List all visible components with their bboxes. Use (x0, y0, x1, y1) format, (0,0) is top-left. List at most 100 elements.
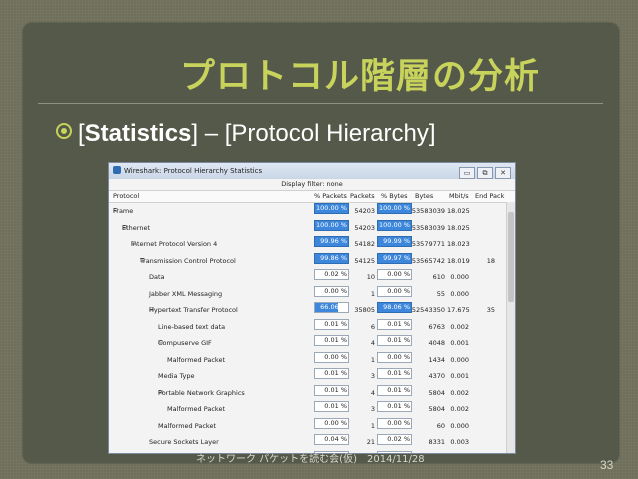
table-row[interactable]: ⊟ Transmission Control Protocol 99.86 % 541… (109, 252, 515, 270)
column-header-pct-bytes[interactable]: % Bytes (381, 191, 407, 202)
scrollbar-thumb[interactable] (508, 212, 514, 302)
packets-count: 54182 (354, 240, 375, 248)
table-row[interactable]: ⊟ Frame 100.00 % 54203 100.00 % 53583039 18.02… (109, 203, 515, 220)
packets-count: 10 (366, 273, 375, 281)
pct-packets-bar: 0.00 % (314, 417, 349, 429)
pct-packets-bar: 100.00 % (314, 219, 349, 231)
table-row[interactable]: Data 0.02 % 10 0.00 % 610 0.000 (109, 269, 515, 286)
bullet-item: [Statistics] – [Protocol Hierarchy] (56, 120, 435, 148)
table-row[interactable]: Jabber XML Messaging 0.00 % 1 0.00 % 55 0.000 (109, 285, 515, 303)
protocol-name: Malformed Packet (167, 355, 226, 364)
bytes-count: 4370 (428, 372, 445, 380)
pct-bytes-bar: 98.06 % (377, 302, 412, 313)
mbit-value: 0.002 (450, 405, 469, 413)
display-filter-label: Display filter: none (281, 180, 343, 188)
pct-bytes-bar: 100.00 % (377, 219, 412, 231)
pct-packets-bar: 0.01 % (314, 318, 349, 330)
pct-bytes-bar: 99.99 % (377, 236, 412, 247)
column-header-protocol[interactable]: Protocol (113, 191, 139, 202)
table-row[interactable]: ⊟ Internet Protocol Version 4 99.96 % 54182… (109, 236, 515, 253)
pct-packets-bar: 0.00 % (314, 285, 349, 297)
pct-packets-bar: 0.01 % (314, 368, 349, 379)
slide-footer: ネットワーク パケットを読む会(仮) 2014/11/28 (196, 454, 425, 465)
pct-bytes-bar: 99.97 % (377, 252, 412, 264)
table-row[interactable]: ⊟ Hypertext Transfer Protocol 66.06 % 35805… (109, 302, 515, 319)
pct-bytes-bar: 0.00 % (377, 417, 412, 429)
packets-count: 3 (370, 405, 375, 413)
packets-count: 54125 (354, 256, 375, 265)
bullet-prefix: [ (78, 120, 85, 147)
pct-packets-bar: 0.02 % (314, 269, 349, 280)
pct-bytes-bar: 100.00 % (377, 203, 412, 214)
pct-bytes-bar: 0.01 % (377, 401, 412, 412)
protocol-name: Portable Network Graphics (158, 388, 245, 397)
bytes-count: 52543350 (411, 306, 445, 314)
table-row[interactable]: ⊟ Ethernet 100.00 % 54203 100.00 % 53583039 18… (109, 219, 515, 237)
pct-bytes-bar: 0.01 % (377, 318, 412, 330)
pct-packets-bar: 66.06 % (314, 302, 349, 313)
table-row[interactable]: ⊟ Compuserve GIF 0.01 % 4 0.01 % 4048 0.001 (109, 335, 515, 352)
protocol-name: Line-based text data (158, 322, 226, 331)
protocol-name: Secure Sockets Layer (149, 438, 219, 446)
protocol-name: Ethernet (122, 223, 150, 232)
column-header-mbit[interactable]: Mbit/s (449, 191, 469, 202)
mbit-value: 0.002 (450, 322, 469, 331)
slide-title: プロトコル階層の分析 (180, 57, 541, 97)
bytes-count: 610 (432, 273, 445, 281)
table-row[interactable]: Malformed Packet 0.00 % 1 0.00 % 1434 0.000 (109, 351, 515, 369)
protocol-name: Data (149, 273, 165, 281)
table-row[interactable]: Media Type 0.01 % 3 0.01 % 4370 0.001 (109, 368, 515, 385)
table-row[interactable]: Malformed Packet 0.00 % 1 0.00 % 60 0.000 (109, 417, 515, 435)
table-row[interactable]: Secure Sockets Layer 0.04 % 21 0.02 % 8331 0.… (109, 434, 515, 451)
bullet-circle-icon (56, 123, 72, 139)
packets-count: 1 (370, 289, 375, 298)
maximize-button[interactable]: ⧉ (477, 167, 493, 179)
mbit-value: 18.023 (447, 240, 470, 248)
bytes-count: 8331 (428, 438, 445, 446)
pct-packets-bar: 0.01 % (314, 401, 349, 412)
table-row[interactable]: Line-based text data 0.01 % 6 0.01 % 6763 0.0… (109, 318, 515, 336)
pct-packets-bar: 99.86 % (314, 252, 349, 264)
column-header-packets[interactable]: Packets (350, 191, 375, 202)
table-row[interactable]: Malformed Packet 0.01 % 3 0.01 % 5804 0.002 (109, 401, 515, 418)
packets-count: 4 (370, 388, 375, 397)
window-controls: ▭ ⧉ ✕ (457, 165, 511, 181)
bytes-count: 53565742 (411, 256, 445, 265)
bytes-count: 5804 (428, 388, 445, 397)
packets-count: 4 (370, 339, 375, 347)
pct-packets-bar: 0.04 % (314, 434, 349, 445)
protocol-name: Compuserve GIF (158, 339, 212, 347)
pct-packets-bar: 0.00 % (314, 351, 349, 363)
protocol-name: Hypertext Transfer Protocol (149, 306, 238, 314)
bytes-count: 6763 (428, 322, 445, 331)
pct-bytes-bar: 0.00 % (377, 269, 412, 280)
pct-bytes-bar: 0.00 % (377, 351, 412, 363)
mbit-value: 17.675 (447, 306, 470, 314)
pct-packets-bar: 100.00 % (314, 203, 349, 214)
vertical-scrollbar[interactable] (506, 202, 515, 453)
protocol-name: Malformed Packet (167, 405, 226, 413)
column-header-pct-packets[interactable]: % Packets (314, 191, 347, 202)
packets-count: 1 (370, 355, 375, 364)
close-button[interactable]: ✕ (495, 167, 511, 179)
pct-packets-bar: 99.96 % (314, 236, 349, 247)
end-packets-value: 18 (486, 256, 495, 265)
packets-count: 6 (370, 322, 375, 331)
minimize-button[interactable]: ▭ (459, 167, 475, 179)
packets-count: 21 (366, 438, 375, 446)
protocol-name: Media Type (158, 372, 195, 380)
pct-bytes-bar: 0.02 % (377, 434, 412, 445)
column-header-end-packets[interactable]: End Pack (475, 191, 504, 202)
pct-bytes-bar: 0.01 % (377, 335, 412, 346)
column-header-bytes[interactable]: Bytes (415, 191, 433, 202)
window-title: Wireshark: Protocol Hierarchy Statistics (124, 167, 263, 175)
table-row[interactable]: ⊟ Portable Network Graphics 0.01 % 4 0.01 % 5… (109, 384, 515, 402)
pct-packets-bar: 0.01 % (314, 335, 349, 346)
window-titlebar[interactable]: Wireshark: Protocol Hierarchy Statistics… (109, 163, 515, 179)
bytes-count: 60 (436, 421, 445, 430)
pct-bytes-bar: 0.01 % (377, 368, 412, 379)
protocol-hierarchy-window: Wireshark: Protocol Hierarchy Statistics… (108, 162, 516, 454)
protocol-tree-table: ⊟ Frame 100.00 % 54203 100.00 % 53583039 18.02… (109, 203, 515, 453)
mbit-value: 0.002 (450, 388, 469, 397)
bytes-count: 53583039 (411, 223, 445, 232)
